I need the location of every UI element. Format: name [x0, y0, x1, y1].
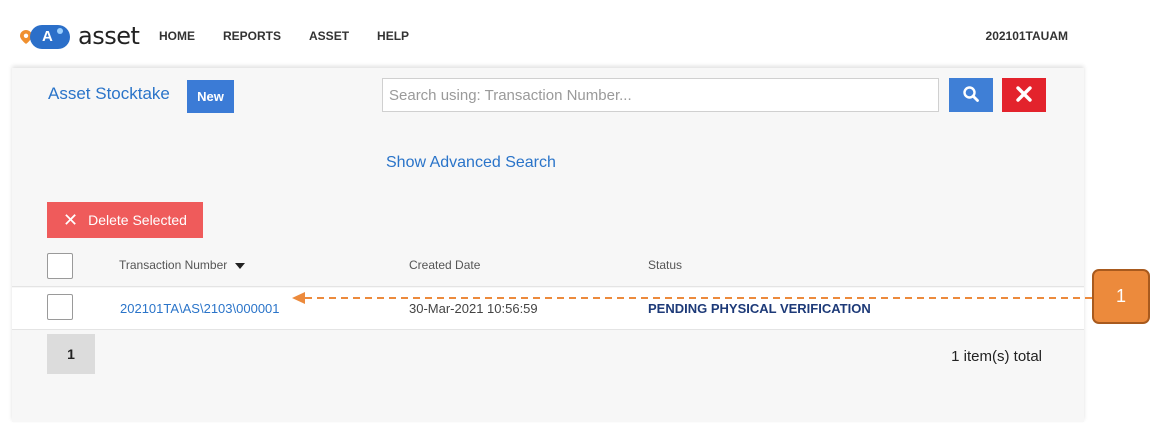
nav-reports[interactable]: REPORTS	[223, 29, 281, 43]
search-button[interactable]	[949, 78, 993, 112]
clear-search-button[interactable]	[1002, 78, 1046, 112]
logo-dot-icon	[57, 28, 63, 34]
logo-mark: A	[20, 22, 72, 50]
status-cell: PENDING PHYSICAL VERIFICATION	[648, 301, 871, 316]
column-header-transaction[interactable]: Transaction Number	[119, 258, 246, 272]
logo-letter: A	[42, 28, 53, 45]
row-checkbox[interactable]	[47, 294, 73, 320]
search-icon	[963, 85, 979, 102]
logo-text: asset	[78, 22, 140, 50]
column-header-transaction-label: Transaction Number	[119, 258, 228, 272]
delete-selected-button[interactable]: ✕ Delete Selected	[47, 202, 203, 238]
column-header-status[interactable]: Status	[648, 258, 682, 272]
table-row: 202101TA\AS\2103\000001 30-Mar-2021 10:5…	[12, 288, 1084, 330]
close-icon: ✕	[63, 209, 79, 230]
delete-selected-label: Delete Selected	[88, 212, 187, 228]
advanced-search-link[interactable]: Show Advanced Search	[386, 154, 556, 172]
top-navbar: A asset HOME REPORTS ASSET HELP 202101TA…	[0, 0, 1090, 68]
new-button[interactable]: New	[187, 80, 234, 113]
page-root: A asset HOME REPORTS ASSET HELP 202101TA…	[0, 0, 1159, 423]
nav-asset[interactable]: ASSET	[309, 29, 349, 43]
pagination-page-button[interactable]: 1	[47, 334, 95, 374]
user-menu[interactable]: 202101TAUAM	[986, 29, 1068, 43]
content-panel: Asset Stocktake New Show Advanced Search…	[12, 68, 1084, 422]
created-date-cell: 30-Mar-2021 10:56:59	[409, 301, 538, 316]
nav-help[interactable]: HELP	[377, 29, 409, 43]
app-logo[interactable]: A asset	[20, 22, 140, 50]
close-icon	[1016, 85, 1032, 102]
table-header: Transaction Number Created Date Status	[12, 250, 1084, 287]
items-total: 1 item(s) total	[951, 348, 1042, 365]
search-input[interactable]	[382, 78, 939, 112]
column-header-created-date[interactable]: Created Date	[409, 258, 480, 272]
annotation-badge: 1	[1092, 269, 1150, 324]
logo-badge: A	[30, 25, 70, 49]
transaction-number-link[interactable]: 202101TA\AS\2103\000001	[120, 301, 280, 316]
nav-home[interactable]: HOME	[159, 29, 195, 43]
sort-desc-icon	[235, 262, 246, 269]
main-nav: HOME REPORTS ASSET HELP	[159, 29, 437, 43]
select-all-checkbox[interactable]	[47, 253, 73, 279]
page-title: Asset Stocktake	[48, 84, 170, 103]
